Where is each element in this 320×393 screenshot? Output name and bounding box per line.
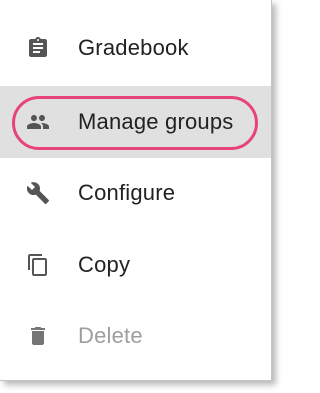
- context-menu: Gradebook Manage groups Configure Copy D…: [0, 0, 272, 381]
- people-icon: [26, 110, 50, 134]
- menu-item-label: Manage groups: [78, 109, 234, 134]
- menu-item-label: Delete: [78, 323, 143, 348]
- menu-item-label: Configure: [78, 180, 176, 205]
- menu-item-gradebook[interactable]: Gradebook: [0, 12, 271, 84]
- wrench-icon: [26, 181, 50, 205]
- clipboard-icon: [26, 36, 50, 60]
- menu-item-copy[interactable]: Copy: [0, 229, 271, 301]
- menu-item-label: Gradebook: [78, 35, 189, 60]
- menu-item-configure[interactable]: Configure: [0, 157, 271, 229]
- menu-item-label: Copy: [78, 252, 131, 277]
- trash-icon: [26, 324, 50, 348]
- menu-item-manage-groups[interactable]: Manage groups: [0, 86, 271, 158]
- menu-item-delete: Delete: [0, 300, 271, 372]
- copy-icon: [26, 253, 50, 277]
